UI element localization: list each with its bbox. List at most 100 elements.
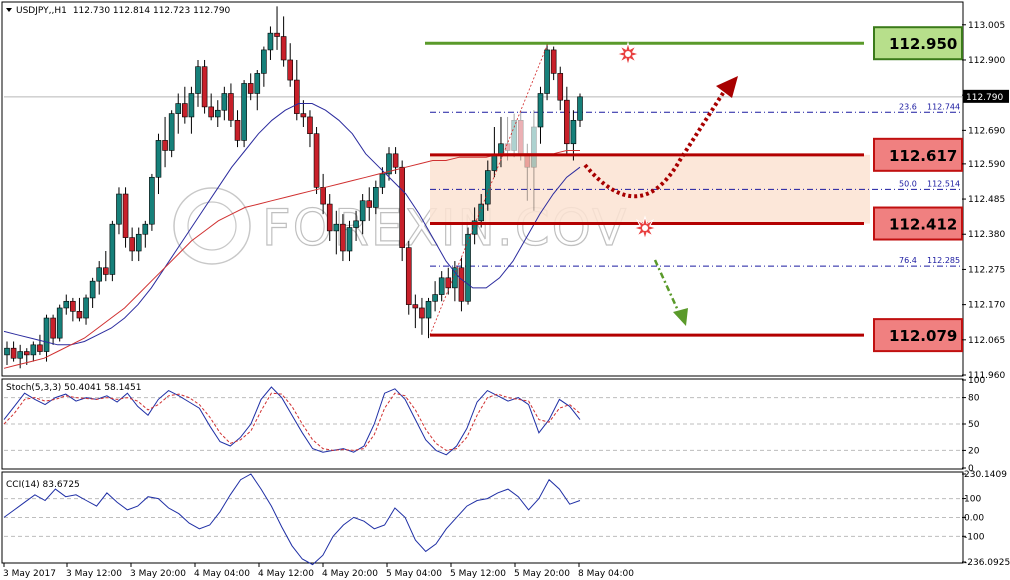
support-burst-icon-core: [642, 225, 648, 231]
price-tick-label: 112.900: [968, 56, 1005, 66]
candle-body: [412, 304, 419, 309]
candle: [234, 110, 241, 148]
level-badge-label: 112.079: [889, 327, 957, 345]
price-tick-label: 113.005: [968, 21, 1005, 31]
candle-body: [234, 119, 241, 141]
candle: [201, 59, 208, 114]
time-tick-label: 5 May 20:00: [514, 569, 570, 579]
cci-tick-label: 230.1409: [964, 470, 1007, 480]
candle-body: [155, 140, 162, 178]
candle: [228, 83, 234, 127]
candle-body: [208, 106, 214, 118]
cci-tick-label: -100: [964, 532, 985, 542]
candle-body: [56, 307, 63, 339]
fib-ratio-label: 23.6: [899, 102, 917, 111]
candle-body: [43, 317, 50, 352]
candle: [116, 187, 122, 235]
candle-body: [577, 96, 583, 121]
candle: [142, 220, 149, 248]
candle-body: [570, 119, 577, 145]
candle-body: [366, 200, 373, 208]
candle-body: [333, 223, 340, 232]
candle-body: [564, 99, 570, 145]
candle-body: [116, 193, 122, 225]
candle-body: [162, 140, 168, 151]
candle: [379, 167, 386, 195]
candle-body: [182, 103, 188, 118]
cci-header: CCI(14) 83.6725: [6, 480, 80, 490]
candle-body: [307, 116, 313, 135]
breakout-burst-icon-core: [625, 51, 631, 57]
candle: [577, 93, 583, 127]
candle-body: [30, 344, 37, 356]
candle: [63, 294, 70, 315]
candle: [102, 251, 109, 282]
candle: [267, 26, 274, 60]
candle: [274, 6, 280, 50]
candle: [491, 127, 498, 178]
candle: [122, 187, 129, 248]
candle-body: [122, 193, 129, 238]
candle: [517, 110, 524, 161]
candle-body: [247, 83, 254, 94]
candle-body: [267, 32, 274, 51]
price-tick-label: 112.065: [968, 336, 1005, 346]
current-price-label: 112.790: [966, 93, 1003, 103]
price-tick-label: 112.690: [968, 126, 1005, 136]
candle: [188, 86, 195, 134]
candle-body: [188, 93, 195, 118]
time-tick-label: 3 May 12:00: [66, 569, 122, 579]
fib-value-label: 112.285: [927, 256, 960, 265]
candle: [50, 314, 56, 345]
candle-body: [392, 153, 399, 168]
candle-body: [83, 297, 89, 319]
candle: [155, 133, 162, 195]
candle-body: [17, 351, 23, 359]
candle: [182, 86, 188, 124]
candle-body: [70, 300, 76, 312]
candle-body: [261, 49, 267, 74]
dropdown-triangle-icon[interactable]: [6, 8, 12, 12]
candle-body: [50, 317, 56, 339]
cci-tick-label: -236.0925: [964, 558, 1010, 568]
candle-body: [491, 153, 498, 171]
time-tick-label: 3 May 20:00: [130, 569, 186, 579]
candle-body: [241, 83, 247, 141]
candle-body: [511, 119, 517, 151]
time-tick-label: 8 May 04:00: [578, 569, 634, 579]
price-tick-label: 112.485: [968, 195, 1005, 205]
price-tick-label: 112.380: [968, 230, 1005, 240]
candle-body: [405, 247, 412, 305]
candle: [452, 261, 458, 302]
candle-body: [517, 119, 524, 155]
cci-tick-label: 0.00: [964, 513, 984, 523]
time-tick-label: 5 May 04:00: [386, 569, 442, 579]
candle: [208, 93, 214, 121]
trading-chart[interactable]: FOREXIN.COV23.6 112.74450.0 112.51476.4 112…: [0, 0, 1010, 580]
candle-body: [4, 347, 10, 356]
stoch-header: Stoch(5,3,3) 50.4041 58.1451: [6, 383, 141, 393]
candle: [10, 341, 17, 362]
candle-body: [293, 79, 300, 114]
candle-body: [300, 113, 307, 118]
candle-body: [63, 300, 70, 309]
fib-ratio-label: 76.4: [899, 256, 917, 265]
candle-body: [280, 36, 287, 61]
candle: [30, 341, 37, 362]
candle-body: [37, 344, 43, 352]
fib-value-label: 112.514: [927, 179, 960, 188]
candle-body: [498, 143, 504, 155]
candle-body: [484, 170, 491, 205]
candle-body: [96, 267, 103, 282]
candle: [129, 227, 135, 262]
candle: [261, 46, 267, 87]
candle: [280, 16, 287, 67]
price-tick-label: 112.275: [968, 265, 1005, 275]
candle-body: [142, 223, 149, 235]
candle-body: [168, 113, 175, 151]
candle: [76, 297, 83, 322]
fib-value-label: 112.744: [927, 102, 960, 111]
candle-body: [458, 267, 465, 302]
candle: [313, 127, 320, 195]
candle: [425, 297, 432, 339]
